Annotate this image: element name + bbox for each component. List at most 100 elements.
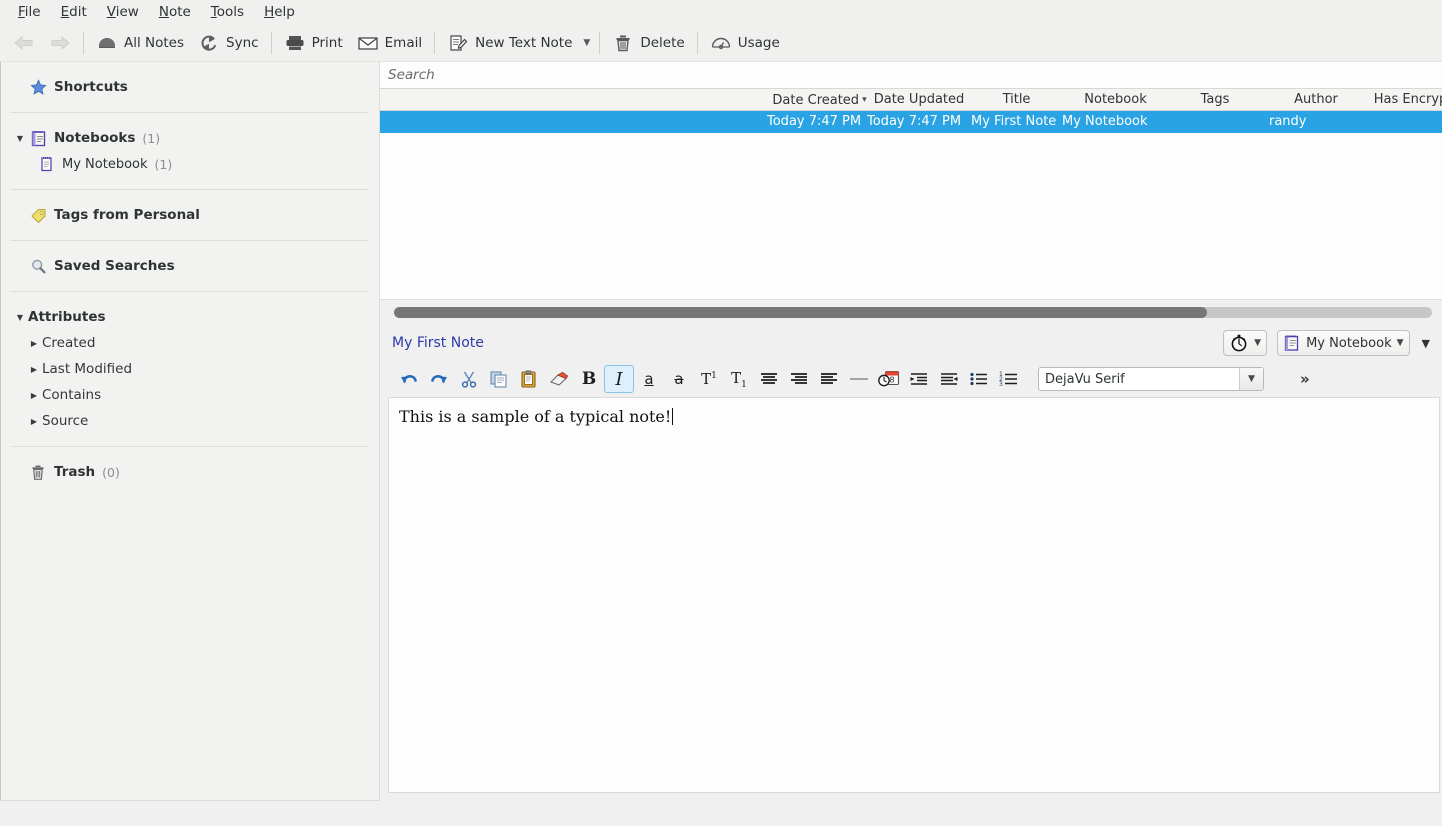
column-label: Date Created xyxy=(772,93,859,108)
chevron-right-icon[interactable]: ▶ xyxy=(27,417,41,426)
column-header-author[interactable]: Author xyxy=(1261,89,1371,111)
font-family-input[interactable] xyxy=(1039,368,1239,390)
all-notes-button[interactable]: All Notes xyxy=(89,28,191,58)
note-content-text[interactable]: This is a sample of a typical note! xyxy=(399,406,1429,428)
horizontal-scrollbar[interactable] xyxy=(380,300,1442,325)
trash-icon xyxy=(28,463,48,481)
format-toolbar: B I a a T1 T1 xyxy=(388,361,1440,397)
sidebar-item-saved-searches[interactable]: Saved Searches xyxy=(1,253,379,279)
email-button[interactable]: Email xyxy=(350,28,429,58)
column-header-tags[interactable]: Tags xyxy=(1169,89,1261,111)
notebook-icon xyxy=(28,129,48,147)
reminder-button[interactable]: ▼ xyxy=(1223,330,1267,356)
new-note-pencil-icon xyxy=(447,32,469,54)
undo-button[interactable] xyxy=(394,365,424,393)
subscript-button[interactable]: T1 xyxy=(724,365,754,393)
sidebar-item-my-notebook[interactable]: My Notebook (1) xyxy=(1,151,379,177)
toolbar-separator-4 xyxy=(599,32,600,54)
forward-button[interactable] xyxy=(42,28,78,58)
notebook-selector-button[interactable]: My Notebook ▼ xyxy=(1277,330,1409,356)
menu-note[interactable]: Note xyxy=(149,1,201,23)
align-right-button[interactable] xyxy=(784,365,814,393)
chevron-right-icon[interactable]: ▶ xyxy=(27,339,41,348)
column-header-title[interactable]: Title xyxy=(971,89,1062,111)
menu-help[interactable]: Help xyxy=(254,1,305,23)
editor-title-row: My First Note ▼ xyxy=(388,325,1440,361)
chevron-down-icon[interactable]: ▼ xyxy=(13,313,27,322)
pad xyxy=(1,177,379,189)
align-left-button[interactable] xyxy=(814,365,844,393)
editor-overflow-button[interactable]: ▼ xyxy=(1420,337,1440,350)
sidebar-tags-label: Tags from Personal xyxy=(54,207,200,223)
italic-button[interactable]: I xyxy=(604,365,634,393)
pad xyxy=(1,190,379,202)
bold-button[interactable]: B xyxy=(574,365,604,393)
sidebar-item-tags[interactable]: Tags from Personal xyxy=(1,202,379,228)
horizontal-rule-button[interactable] xyxy=(844,365,874,393)
menu-edit[interactable]: Edit xyxy=(51,1,97,23)
print-button[interactable]: Print xyxy=(277,28,350,58)
chevron-right-icon[interactable]: ▶ xyxy=(27,365,41,374)
note-title[interactable]: My First Note xyxy=(392,335,484,351)
note-list[interactable]: Date Created▾ Date Updated Title Noteboo… xyxy=(380,89,1442,300)
main-body: Shortcuts ▼ Notebooks (1) xyxy=(0,62,1442,826)
remove-formatting-button[interactable] xyxy=(544,365,574,393)
menu-file[interactable]: File xyxy=(8,1,51,23)
column-header-date-updated[interactable]: Date Updated xyxy=(867,89,971,111)
new-note-dropdown-arrow[interactable]: ▼ xyxy=(579,38,594,48)
numbered-list-button[interactable]: 1 2 3 xyxy=(994,365,1024,393)
usage-label: Usage xyxy=(738,35,780,51)
bullet-list-button[interactable] xyxy=(964,365,994,393)
strikethrough-button[interactable]: a xyxy=(664,365,694,393)
format-toolbar-overflow-button[interactable]: » xyxy=(1294,368,1316,390)
sidebar-attribute-contains[interactable]: ▶ Contains xyxy=(1,382,379,408)
sidebar-attribute-source[interactable]: ▶ Source xyxy=(1,408,379,434)
insert-datetime-button[interactable]: 8 xyxy=(874,365,904,393)
trash-icon xyxy=(612,32,634,54)
chevron-right-icon[interactable]: ▶ xyxy=(27,391,41,400)
sidebar-item-trash[interactable]: Trash (0) xyxy=(1,459,379,485)
align-center-button[interactable] xyxy=(754,365,784,393)
font-family-combo[interactable]: ▼ xyxy=(1038,367,1264,391)
column-header-notebook[interactable]: Notebook xyxy=(1062,89,1169,111)
scrollbar-thumb[interactable] xyxy=(394,307,1207,318)
note-list-header: Date Created▾ Date Updated Title Noteboo… xyxy=(380,89,1442,111)
back-button[interactable] xyxy=(6,28,42,58)
underline-button[interactable]: a xyxy=(634,365,664,393)
search-input[interactable] xyxy=(386,66,786,84)
chevron-down-icon: ▼ xyxy=(1254,338,1261,348)
chevron-down-icon[interactable]: ▼ xyxy=(13,134,27,143)
indent-increase-button[interactable] xyxy=(904,365,934,393)
sidebar-attribute-last-modified[interactable]: ▶ Last Modified xyxy=(1,356,379,382)
sidebar-attribute-created[interactable]: ▶ Created xyxy=(1,330,379,356)
chevron-down-icon[interactable]: ▼ xyxy=(1239,368,1263,390)
superscript-button[interactable]: T1 xyxy=(694,365,724,393)
sidebar-item-notebooks[interactable]: ▼ Notebooks (1) xyxy=(1,125,379,151)
scrollbar-track[interactable] xyxy=(390,307,1432,318)
sync-icon xyxy=(198,32,220,54)
cut-button[interactable] xyxy=(454,365,484,393)
note-content-area[interactable]: This is a sample of a typical note! xyxy=(388,397,1440,793)
sidebar-notebooks-count: (1) xyxy=(142,131,160,146)
column-header-has-encryption[interactable]: Has Encryption xyxy=(1371,89,1442,111)
paste-button[interactable] xyxy=(514,365,544,393)
sync-button[interactable]: Sync xyxy=(191,28,266,58)
sidebar-item-shortcuts[interactable]: Shortcuts xyxy=(1,74,379,100)
text-caret xyxy=(672,408,673,425)
menu-view[interactable]: View xyxy=(97,1,149,23)
alarm-clock-icon xyxy=(1229,333,1249,353)
table-row[interactable]: Today 7:47 PM Today 7:47 PM My First Not… xyxy=(380,111,1442,133)
column-header-date-created[interactable]: Date Created▾ xyxy=(767,89,872,111)
menu-tools[interactable]: Tools xyxy=(201,1,254,23)
usage-button[interactable]: Usage xyxy=(703,28,787,58)
delete-button[interactable]: Delete xyxy=(605,28,691,58)
email-label: Email xyxy=(385,35,422,51)
delete-label: Delete xyxy=(640,35,684,51)
redo-button[interactable] xyxy=(424,365,454,393)
new-text-note-button[interactable]: New Text Note xyxy=(440,28,579,58)
indent-decrease-button[interactable] xyxy=(934,365,964,393)
copy-button[interactable] xyxy=(484,365,514,393)
pad xyxy=(1,292,379,304)
sidebar-saved-searches-label: Saved Searches xyxy=(54,258,175,274)
sidebar-item-attributes[interactable]: ▼ Attributes xyxy=(1,304,379,330)
